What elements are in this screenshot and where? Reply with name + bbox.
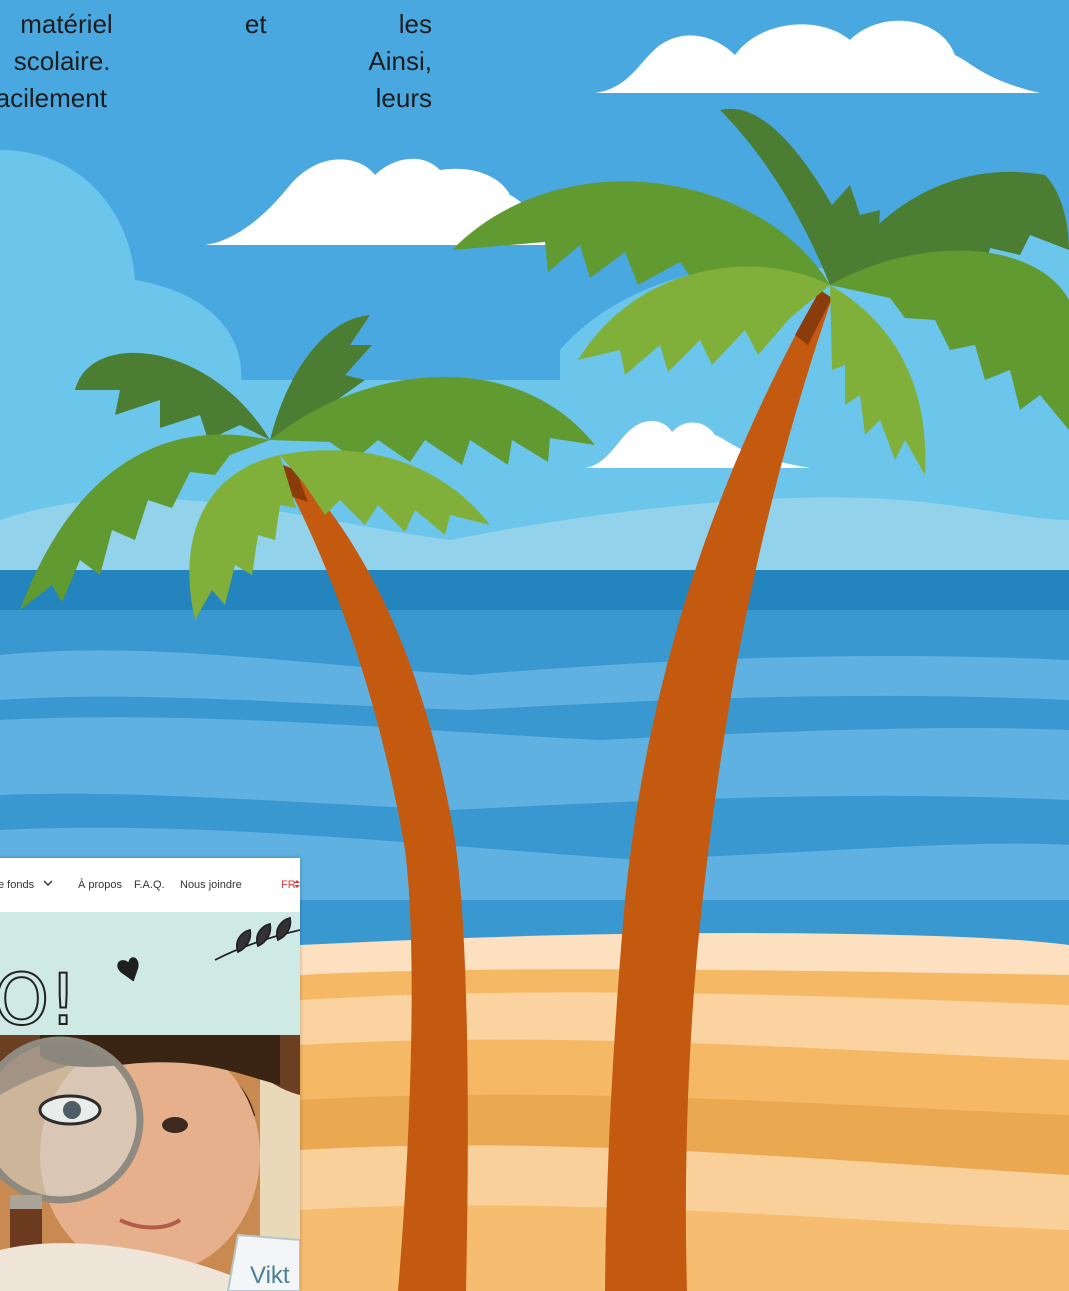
intro-line-1: ntifier le matériel et les	[0, 9, 432, 39]
hero-lettering: O!	[0, 959, 77, 1035]
website-screenshot: e fonds À propos F.A.Q. Nous joindre FR …	[0, 858, 300, 1291]
site-hero-banner: O!	[0, 912, 300, 1042]
sea-horizon	[0, 570, 1069, 615]
intro-line-3: plus facilement leurs	[0, 83, 432, 113]
site-navbar: e fonds À propos F.A.Q. Nous joindre FR	[0, 858, 300, 912]
nav-item-apropos[interactable]: À propos	[78, 879, 122, 891]
nav-item-contact[interactable]: Nous joindre	[180, 879, 242, 891]
intro-paragraph: ntifier le matériel et les rentrée scola…	[0, 6, 432, 166]
nav-item-faq[interactable]: F.A.Q.	[134, 879, 165, 891]
intro-line-2: rentrée scolaire. Ainsi,	[0, 46, 432, 76]
name-tag-text: Vikt	[250, 1262, 290, 1289]
chevron-down-icon[interactable]	[43, 878, 53, 891]
child-magnifier-photo: Vikt	[0, 1035, 300, 1291]
heart-icon	[117, 957, 139, 982]
leaf-doodle-icon	[214, 916, 300, 961]
nav-item-fonds[interactable]: e fonds	[0, 879, 34, 891]
updown-caret-icon[interactable]	[294, 879, 300, 892]
eye	[162, 1117, 188, 1133]
